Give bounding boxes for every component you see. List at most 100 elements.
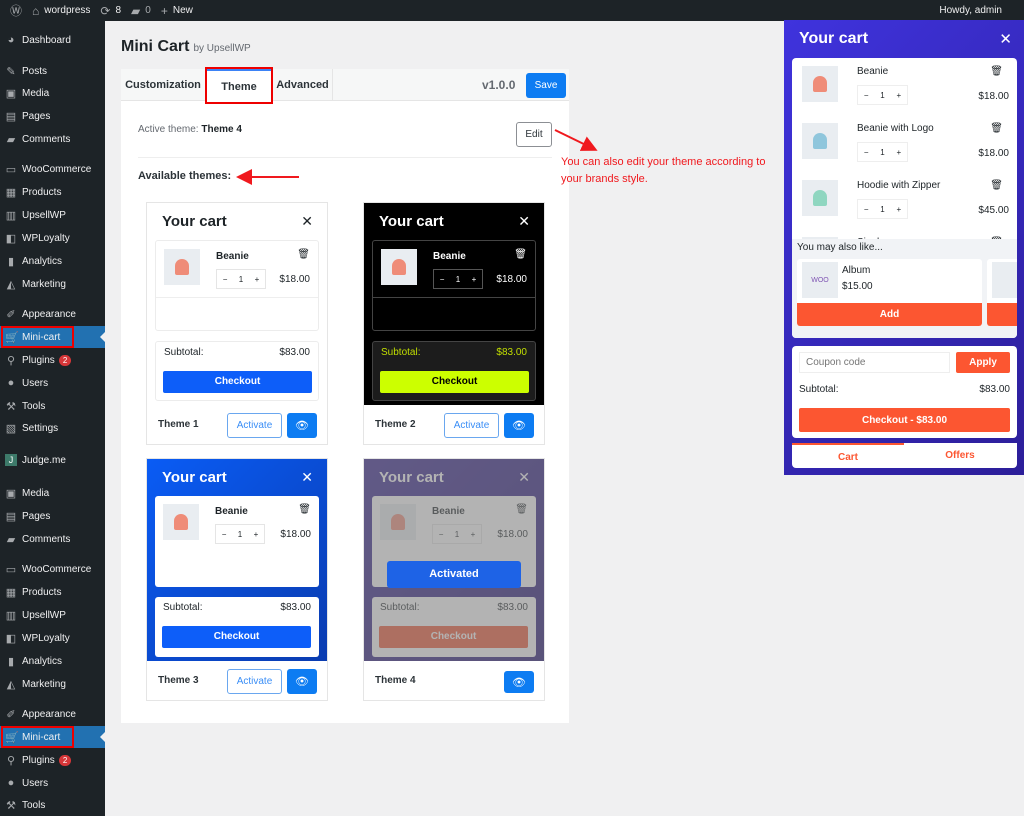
plus-icon: + — [254, 274, 260, 284]
sidebar-item-woocommerce[interactable]: ▭ WooCommerce — [0, 158, 105, 180]
item-price: $18.00 — [279, 274, 310, 285]
checkout-button[interactable]: Checkout - $83.00 — [799, 408, 1010, 432]
sidebar-item-pages[interactable]: ▤ Pages — [0, 105, 105, 127]
mini-cart-preview: Your cart ✕ Beanie 🗑 − 1 + $18.00 Beanie w… — [784, 20, 1024, 475]
subtotal-value: $83.00 — [280, 602, 311, 613]
sidebar-item-appearance[interactable]: ✐ Appearance — [0, 303, 105, 325]
sidebar-item-judge-me[interactable]: J Judge.me — [0, 449, 105, 471]
apply-button[interactable]: Apply — [956, 352, 1010, 373]
sidebar-item-marketing[interactable]: ◭ Marketing — [0, 673, 105, 695]
sidebar-item-pages[interactable]: ▤ Pages — [0, 505, 105, 527]
plus-icon[interactable]: + — [896, 205, 901, 214]
wp-logo-icon[interactable]: Ⓦ — [10, 2, 22, 19]
sidebar-item-wployalty[interactable]: ◧ WPLoyalty — [0, 227, 105, 249]
quantity-value: 1 — [880, 147, 885, 157]
theme-preview: Your cart ✕ Beanie 🗑 −1+ $18.00 Subtotal… — [364, 459, 544, 661]
sidebar-item-products[interactable]: ▦ Products — [0, 581, 105, 603]
sidebar-item-marketing[interactable]: ◭ Marketing — [0, 273, 105, 295]
sidebar-item-users[interactable]: ● Users — [0, 772, 105, 794]
sidebar-item-tools[interactable]: ⚒ Tools — [0, 794, 105, 816]
sidebar-item-upsellwp[interactable]: ▥ UpsellWP — [0, 204, 105, 226]
preview-checkout: Checkout — [380, 371, 529, 393]
cart-item: Beanie with Logo 🗑 − 1 + $18.00 — [792, 115, 1017, 172]
trash-icon[interactable]: 🗑 — [990, 123, 1003, 134]
marketing-icon: ◭ — [6, 278, 16, 291]
activate-button[interactable]: Activate — [227, 669, 282, 694]
sidebar-item-media[interactable]: ▣ Media — [0, 82, 105, 104]
activate-button[interactable]: Activate — [444, 413, 499, 438]
sidebar-item-dashboard[interactable]: ◕ Dashboard — [0, 29, 105, 51]
version-label: v1.0.0 — [482, 78, 516, 92]
loyalty-icon: ◧ — [5, 632, 17, 645]
tab-offers[interactable]: Offers — [904, 443, 1016, 468]
new-link[interactable]: + New — [161, 4, 193, 18]
plus-icon: + — [160, 3, 168, 18]
activate-button[interactable]: Activate — [227, 413, 282, 438]
preview-eye-button[interactable]: 👁 — [504, 413, 534, 438]
tab-advanced[interactable]: Advanced — [273, 69, 333, 101]
sidebar-item-comments[interactable]: ▰ Comments — [0, 128, 105, 150]
add-button[interactable]: Add — [987, 303, 1017, 326]
sidebar-item-plugins[interactable]: ⚲ Plugins 2 — [0, 349, 105, 371]
trash-icon[interactable]: 🗑 — [990, 66, 1003, 77]
sidebar-item-settings[interactable]: ▧ Settings — [0, 417, 105, 439]
save-button[interactable]: Save — [526, 73, 566, 98]
preview-eye-button[interactable]: 👁 — [287, 413, 317, 438]
edit-button[interactable]: Edit — [516, 122, 552, 147]
home-icon: ⌂ — [32, 3, 40, 18]
sidebar-item-media[interactable]: ▣ Media — [0, 482, 105, 504]
site-link[interactable]: ⌂ wordpress — [32, 4, 90, 18]
sidebar-item-analytics[interactable]: ▮ Analytics — [0, 250, 105, 272]
preview-title: Your cart — [379, 213, 444, 230]
quantity-value: 1 — [237, 529, 243, 539]
new-label: New — [172, 5, 193, 16]
preview-eye-button[interactable]: 👁 — [504, 671, 534, 693]
sidebar-item-mini-cart[interactable]: 🛒 Mini-cart — [0, 726, 105, 748]
howdy-user[interactable]: Howdy, admin — [939, 5, 1002, 16]
minus-icon[interactable]: − — [864, 205, 869, 214]
coupon-input[interactable] — [799, 352, 950, 373]
sidebar-item-plugins[interactable]: ⚲ Plugins 2 — [0, 749, 105, 771]
item-name: Beanie — [857, 66, 889, 77]
minus-icon[interactable]: − — [864, 91, 869, 100]
minus-icon: − — [439, 274, 445, 284]
update-badge: 2 — [58, 754, 72, 766]
preview-eye-button[interactable]: 👁 — [287, 669, 317, 694]
upsell-section: You may also like... WOO Album $15.00 Ad… — [792, 239, 1017, 338]
sidebar-item-wployalty[interactable]: ◧ WPLoyalty — [0, 627, 105, 649]
add-button[interactable]: Add — [797, 303, 982, 326]
preview-subtotal-box: Subtotal: $83.00 Checkout — [155, 341, 319, 401]
tab-cart[interactable]: Cart — [792, 443, 904, 468]
comments-link[interactable]: ▰ 0 — [131, 4, 151, 18]
sidebar-item-posts[interactable]: ✎ Posts — [0, 60, 105, 82]
theme-footer: Theme 1 Activate 👁 — [147, 405, 327, 445]
quantity-stepper[interactable]: − 1 + — [857, 85, 908, 105]
sidebar-item-upsellwp[interactable]: ▥ UpsellWP — [0, 604, 105, 626]
eye-icon: 👁 — [512, 420, 526, 432]
plus-icon[interactable]: + — [896, 91, 901, 100]
sidebar-item-mini-cart[interactable]: 🛒 Mini-cart — [0, 326, 105, 348]
sidebar-item-analytics[interactable]: ▮ Analytics — [0, 650, 105, 672]
minus-icon[interactable]: − — [864, 148, 869, 157]
preview-title: Your cart — [162, 213, 227, 230]
trash-icon[interactable]: 🗑 — [990, 180, 1003, 191]
product-thumbnail — [802, 123, 838, 159]
plus-icon[interactable]: + — [896, 148, 901, 157]
sidebar-item-label: UpsellWP — [22, 609, 66, 621]
preview-title: Your cart — [162, 469, 227, 486]
tab-customization[interactable]: Customization — [121, 69, 205, 101]
updates-link[interactable]: ⟳ 8 — [100, 4, 121, 18]
sidebar-item-label: Posts — [22, 65, 48, 77]
quantity-stepper[interactable]: − 1 + — [857, 199, 908, 219]
sidebar-item-comments[interactable]: ▰ Comments — [0, 528, 105, 550]
sidebar-item-tools[interactable]: ⚒ Tools — [0, 395, 105, 417]
quantity-stepper[interactable]: − 1 + — [857, 142, 908, 162]
sidebar-item-appearance[interactable]: ✐ Appearance — [0, 703, 105, 725]
sidebar-item-users[interactable]: ● Users — [0, 372, 105, 394]
title-text: Mini Cart — [121, 38, 190, 55]
highlight-box — [205, 67, 273, 104]
quantity-value: 1 — [238, 274, 244, 284]
close-icon[interactable]: ✕ — [999, 30, 1012, 48]
sidebar-item-woocommerce[interactable]: ▭ WooCommerce — [0, 558, 105, 580]
sidebar-item-products[interactable]: ▦ Products — [0, 181, 105, 203]
